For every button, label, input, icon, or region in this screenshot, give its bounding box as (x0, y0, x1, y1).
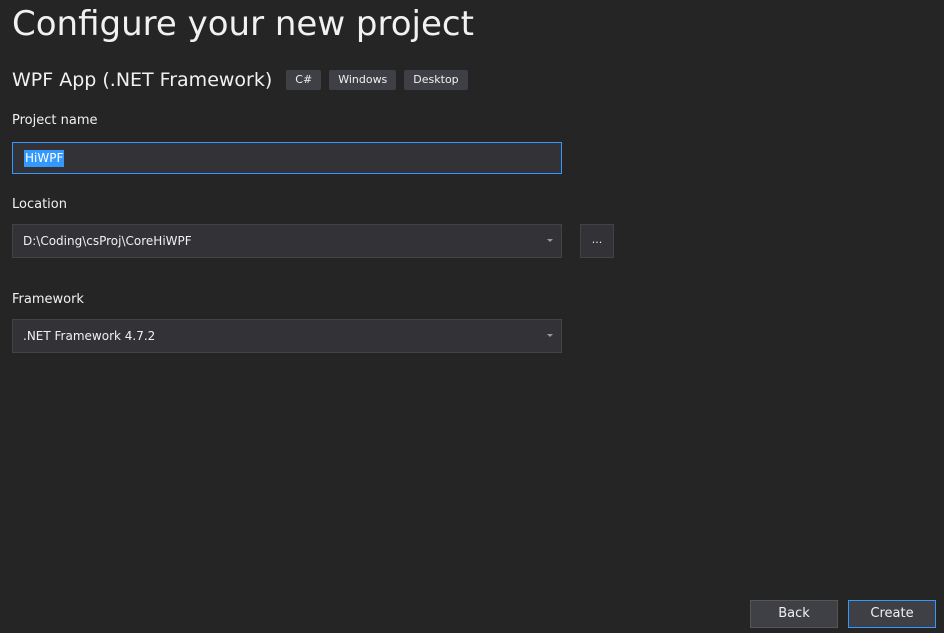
create-button[interactable]: Create (848, 600, 936, 628)
location-value: D:\Coding\csProj\CoreHiWPF (23, 234, 192, 248)
project-name-label: Project name (12, 113, 98, 128)
chevron-down-icon[interactable] (541, 225, 559, 257)
browse-button[interactable]: ... (580, 224, 614, 258)
location-combobox[interactable]: D:\Coding\csProj\CoreHiWPF (12, 224, 562, 258)
template-header: WPF App (.NET Framework) C# Windows Desk… (12, 66, 468, 94)
location-label: Location (12, 197, 67, 212)
template-name: WPF App (.NET Framework) (12, 69, 273, 91)
project-name-input[interactable]: HiWPF (12, 142, 562, 174)
framework-label: Framework (12, 292, 84, 307)
framework-select[interactable]: .NET Framework 4.7.2 (12, 319, 562, 353)
tag-project-type: Desktop (404, 70, 468, 90)
chevron-down-icon[interactable] (541, 320, 559, 352)
back-button[interactable]: Back (750, 600, 838, 628)
tag-language: C# (286, 70, 322, 90)
tag-platform: Windows (329, 70, 397, 90)
project-name-value: HiWPF (24, 149, 65, 167)
page-title: Configure your new project (12, 4, 474, 44)
framework-value: .NET Framework 4.7.2 (23, 329, 156, 343)
